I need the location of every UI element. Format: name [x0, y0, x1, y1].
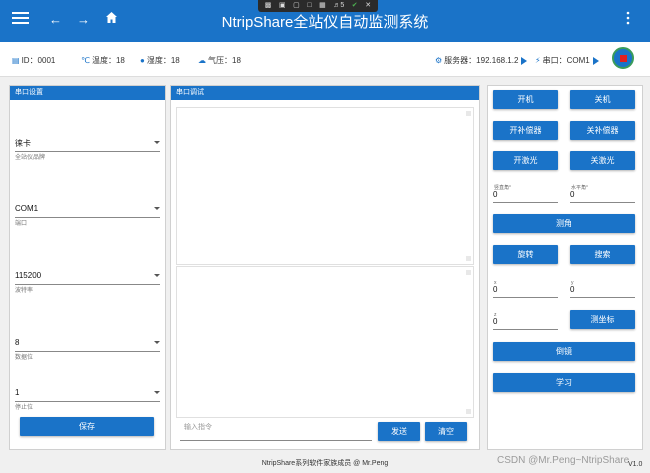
version-label: V1.0 [628, 461, 643, 468]
laser-on-button[interactable]: 开激光 [493, 151, 558, 170]
z-input[interactable]: 0 [493, 317, 558, 330]
laser-off-button[interactable]: 关激光 [570, 151, 635, 170]
play-icon[interactable] [521, 56, 528, 65]
video-icon[interactable]: ▩ [265, 0, 272, 12]
chevron-down-icon [154, 207, 160, 210]
window-title: NtripShare全站仪自动监测系统 [221, 14, 429, 31]
serial-port-status[interactable]: ⚡ 串口：COM1 [535, 55, 599, 66]
stop-bits-label: 停止位 [15, 405, 34, 411]
scroll-up-arrow[interactable] [466, 111, 471, 116]
send-button[interactable]: 发送 [378, 422, 420, 441]
play-icon[interactable] [592, 56, 599, 65]
invert-button[interactable]: 倒镜 [493, 342, 635, 361]
rotate-button[interactable]: 旋转 [493, 245, 558, 264]
scroll-down-arrow[interactable] [466, 256, 471, 261]
record-button[interactable] [612, 47, 634, 69]
horizontal-angle-input[interactable]: 0 [570, 190, 635, 203]
window-icon[interactable]: □ [307, 0, 311, 12]
device-id: ▤ ID：0001 [12, 56, 56, 65]
data-bits-label: 数据位 [15, 355, 34, 361]
id-card-icon: ▤ [12, 56, 20, 65]
scroll-up-arrow[interactable] [466, 270, 471, 275]
baud-select[interactable]: 115200 [15, 271, 160, 285]
baud-label: 波特率 [15, 288, 34, 294]
chevron-down-icon [154, 391, 160, 394]
receive-textarea[interactable] [176, 107, 474, 265]
search-button[interactable]: 搜索 [570, 245, 635, 264]
data-bits-select[interactable]: 8 [15, 338, 160, 352]
cloud-icon: ☁ [198, 56, 206, 65]
thermometer-icon: ℃ [81, 56, 90, 65]
pressure: ☁ 气压：18 [198, 56, 241, 65]
chevron-down-icon [154, 141, 160, 144]
brand-label: 全站仪品牌 [15, 155, 46, 161]
x-input[interactable]: 0 [493, 285, 558, 298]
status-bar: ▤ ID：0001 ℃ 温度：18 ● 湿度：18 ☁ 气压：18 ⚙ 服务器：192.1… [0, 42, 650, 77]
screen-capture-toolbar: ▩ ▣ ▢ □ ▦ ♬5 ✔ ✕ [258, 0, 378, 12]
clear-button[interactable]: 清空 [425, 422, 467, 441]
save-button[interactable]: 保存 [20, 417, 154, 436]
scroll-down-arrow[interactable] [466, 409, 471, 414]
badge-count: 5 [340, 2, 345, 9]
vertical-angle-input[interactable]: 0 [493, 190, 558, 203]
stop-bits-select[interactable]: 1 [15, 388, 160, 402]
measure-coordinate-button[interactable]: 测坐标 [570, 310, 635, 329]
water-drop-icon: ● [140, 56, 145, 65]
fullscreen-icon[interactable]: ▦ [319, 0, 326, 12]
chevron-down-icon [154, 274, 160, 277]
audio-icon[interactable]: ♬5 [333, 0, 344, 12]
server-address[interactable]: ⚙ 服务器：192.168.1.2 [435, 55, 528, 66]
measure-angle-button[interactable]: 测角 [493, 214, 635, 233]
plug-icon: ⚡ [535, 56, 541, 65]
camera-icon[interactable]: ▣ [279, 0, 286, 12]
compensator-off-button[interactable]: 关补偿器 [570, 121, 635, 140]
command-placeholder: 输入指令 [184, 424, 212, 431]
send-textarea[interactable] [176, 266, 474, 418]
server-icon: ⚙ [435, 56, 443, 65]
close-icon[interactable]: ✕ [365, 0, 371, 12]
y-input[interactable]: 0 [570, 285, 635, 298]
more-vert-icon[interactable] [626, 11, 630, 29]
power-off-button[interactable]: 关机 [570, 90, 635, 109]
panel-title: 串口调试 [171, 86, 479, 100]
humidity: ● 湿度：18 [140, 56, 180, 65]
power-on-button[interactable]: 开机 [493, 90, 558, 109]
monitor-icon[interactable]: ▢ [293, 0, 300, 12]
watermark: CSDN @Mr.Peng~NtripShare [497, 455, 630, 466]
temperature: ℃ 温度：18 [81, 56, 125, 65]
command-input[interactable]: 输入指令 [180, 420, 372, 441]
panel-title: 串口设置 [10, 86, 165, 100]
port-label: 端口 [15, 221, 28, 227]
confirm-icon[interactable]: ✔ [352, 0, 358, 12]
learn-button[interactable]: 学习 [493, 373, 635, 392]
chevron-down-icon [154, 341, 160, 344]
brand-select[interactable]: 徕卡 [15, 138, 160, 152]
compensator-on-button[interactable]: 开补偿器 [493, 121, 558, 140]
port-select[interactable]: COM1 [15, 204, 160, 218]
